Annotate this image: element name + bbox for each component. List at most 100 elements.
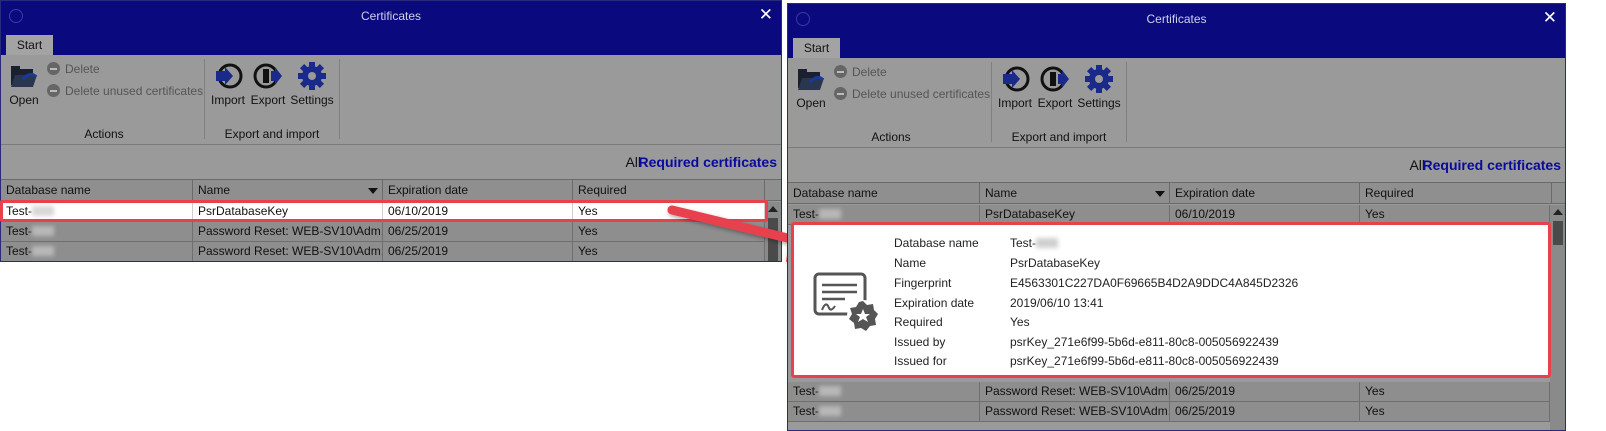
filter-required-certificates[interactable]: Required certificates: [639, 154, 778, 170]
sort-down-icon: [1155, 191, 1165, 197]
export-button[interactable]: Export: [1036, 64, 1074, 110]
window-title: Certificates: [1146, 12, 1207, 26]
delete-button[interactable]: Delete: [834, 65, 887, 79]
detail-value-database-name: Test-: [1010, 236, 1059, 250]
cell-expiration-date: 06/25/2019: [1170, 382, 1360, 401]
ribbon-separator: [1126, 62, 1127, 142]
cell-expiration-date: 06/25/2019: [383, 242, 573, 261]
table-header: Database name Name Expiration date Requi…: [788, 182, 1565, 204]
tab-start[interactable]: Start: [6, 35, 53, 56]
column-header-name[interactable]: Name: [980, 183, 1170, 204]
import-button[interactable]: Import: [209, 61, 247, 107]
import-icon: [216, 63, 243, 89]
delete-unused-icon: [47, 84, 60, 97]
selected-row-highlight: [0, 200, 768, 222]
table-header: Database name Name Expiration date Requi…: [1, 179, 781, 201]
ribbon: Open Delete Delete unused certificates A…: [1, 55, 781, 145]
cell-expiration-date: 06/25/2019: [1170, 402, 1360, 421]
detail-label-name: Name: [894, 256, 927, 270]
close-icon[interactable]: ✕: [759, 1, 773, 29]
delete-unused-label: Delete unused certificates: [852, 87, 991, 101]
cell-expiration-date: 06/25/2019: [383, 222, 573, 241]
settings-button[interactable]: Settings: [289, 61, 335, 107]
filter-bar: All Required certificates: [1, 145, 781, 179]
cell-database-name: Test-: [788, 382, 980, 401]
delete-unused-button[interactable]: Delete unused certificates: [47, 84, 203, 98]
export-icon: [253, 63, 282, 89]
column-header-required[interactable]: Required: [1360, 183, 1552, 204]
column-header-expiration-date[interactable]: Expiration date: [1170, 183, 1360, 204]
cell-required: Yes: [1360, 402, 1550, 421]
open-button[interactable]: Open: [794, 64, 828, 110]
filter-required-certificates[interactable]: Required certificates: [1423, 157, 1562, 173]
gear-icon: [1085, 65, 1113, 93]
column-header-name[interactable]: Name: [193, 180, 383, 201]
table-row[interactable]: Test- Password Reset: WEB-SV10\Adm... 06…: [788, 402, 1550, 422]
actions-group-label: Actions: [84, 127, 124, 141]
cell-name: Password Reset: WEB-SV10\Adm...: [980, 382, 1170, 401]
table-row[interactable]: Test- Password Reset: WEB-SV10\Adm... 06…: [1, 222, 765, 242]
settings-label: Settings: [1077, 96, 1121, 110]
table-row[interactable]: Test- Password Reset: WEB-SV10\Adm... 06…: [788, 382, 1550, 402]
column-header-database-name[interactable]: Database name: [788, 183, 980, 204]
delete-label: Delete: [65, 62, 100, 76]
tab-start[interactable]: Start: [793, 38, 840, 59]
import-label: Import: [997, 96, 1032, 110]
cell-required: Yes: [1360, 382, 1550, 401]
title-bar: Certificates ✕: [788, 4, 1565, 34]
app-logo-icon: [9, 9, 23, 23]
delete-unused-icon: [834, 87, 847, 100]
scroll-up-icon[interactable]: [1553, 209, 1563, 215]
scroll-thumb[interactable]: [1553, 221, 1563, 245]
delete-label: Delete: [852, 65, 887, 79]
import-icon: [1003, 66, 1030, 92]
cell-database-name: Test-: [1, 242, 193, 261]
title-bar: Certificates ✕: [1, 1, 781, 31]
filter-bar: All Required certificates: [788, 148, 1565, 182]
export-button[interactable]: Export: [249, 61, 287, 107]
ribbon-separator: [204, 59, 205, 139]
column-header-expiration-date[interactable]: Expiration date: [383, 180, 573, 201]
delete-button[interactable]: Delete: [47, 62, 100, 76]
detail-label-fingerprint: Fingerprint: [894, 276, 952, 290]
export-icon: [1040, 66, 1069, 92]
import-label: Import: [210, 93, 245, 107]
vertical-scrollbar[interactable]: [1550, 205, 1565, 430]
export-import-group-label: Export and import: [224, 127, 320, 141]
actions-group-label: Actions: [871, 130, 911, 144]
detail-label-expiration-date: Expiration date: [894, 296, 975, 310]
certificate-icon: [813, 272, 879, 332]
table-row[interactable]: Test- Password Reset: WEB-SV10\Adm... 06…: [1, 242, 765, 261]
sort-down-icon: [368, 188, 378, 194]
app-logo-icon: [796, 12, 810, 26]
open-folder-icon: [798, 69, 825, 90]
ribbon-tab-bar: Start: [788, 34, 1565, 59]
column-header-name-label: Name: [198, 183, 231, 197]
cell-database-name: Test-: [1, 222, 193, 241]
cell-name: Password Reset: WEB-SV10\Adm...: [193, 242, 383, 261]
delete-icon: [834, 65, 847, 78]
cell-database-name: Test-: [788, 402, 980, 421]
detail-value-fingerprint: E4563301C227DA0F69665B4D2A9DDC4A845D2326: [1010, 276, 1299, 290]
open-button[interactable]: Open: [7, 61, 41, 107]
column-header-database-name[interactable]: Database name: [1, 180, 193, 201]
export-import-group-label: Export and import: [1011, 130, 1107, 144]
column-header-required[interactable]: Required: [573, 180, 765, 201]
detail-value-expiration-date: 2019/06/10 13:41: [1010, 296, 1104, 310]
detail-value-issued-for: psrKey_271e6f99-5b6d-e811-80c8-005056922…: [1010, 354, 1279, 368]
detail-value-issued-by: psrKey_271e6f99-5b6d-e811-80c8-005056922…: [1010, 335, 1279, 349]
import-button[interactable]: Import: [996, 64, 1034, 110]
close-icon[interactable]: ✕: [1543, 4, 1557, 32]
open-label: Open: [796, 96, 826, 110]
settings-button[interactable]: Settings: [1076, 64, 1122, 110]
column-header-name-label: Name: [985, 186, 1018, 200]
certificate-details-panel: Database name Test- Name PsrDatabaseKey …: [791, 222, 1551, 378]
export-label: Export: [250, 93, 286, 107]
window-title: Certificates: [360, 9, 422, 23]
cell-name: Password Reset: WEB-SV10\Adm...: [980, 402, 1170, 421]
delete-unused-button[interactable]: Delete unused certificates: [834, 87, 990, 101]
ribbon-separator: [339, 59, 340, 139]
detail-value-required: Yes: [1010, 315, 1030, 329]
cell-name: Password Reset: WEB-SV10\Adm...: [193, 222, 383, 241]
detail-value-name: PsrDatabaseKey: [1010, 256, 1101, 270]
